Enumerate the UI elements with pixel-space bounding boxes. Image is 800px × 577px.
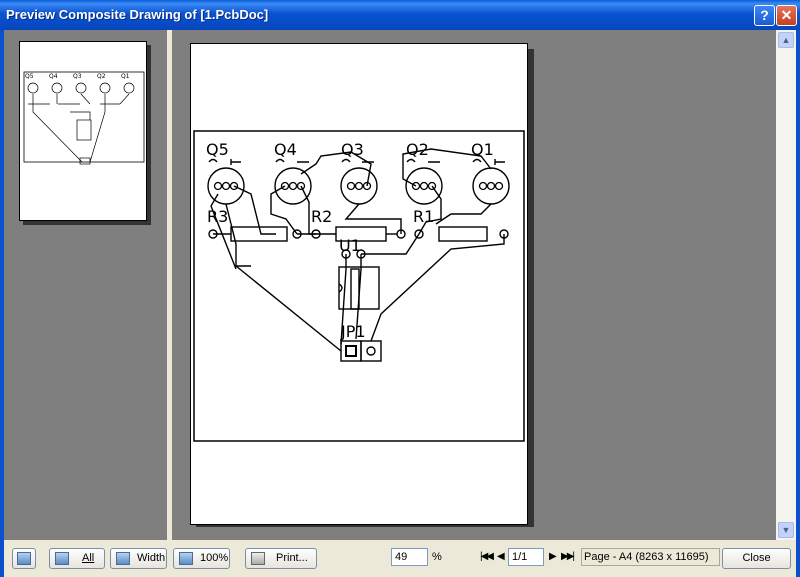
fit-width-icon (116, 552, 130, 565)
last-page-icon[interactable]: ▶▶| (561, 551, 575, 562)
first-page-icon[interactable]: |◀◀ (480, 551, 494, 562)
label-jp1: JP1 (340, 322, 366, 341)
label-q2: Q2 (406, 140, 429, 159)
label-r1: R1 (413, 207, 434, 226)
printer-icon (251, 552, 265, 565)
svg-text:Q4: Q4 (49, 73, 58, 80)
fit-all-label: All (82, 552, 95, 564)
prev-page-icon[interactable]: ◀ (497, 551, 505, 562)
thumbnail-pane[interactable]: Q5 Q4 Q3 Q2 Q1 (4, 30, 168, 540)
next-page-icon[interactable]: ▶ (549, 551, 557, 562)
fit-all-button[interactable]: All (49, 548, 105, 569)
vertical-scrollbar[interactable]: ▲ ▼ (776, 30, 796, 540)
help-button[interactable]: ? (754, 5, 775, 26)
window-title: Preview Composite Drawing of [1.PcbDoc] (6, 7, 269, 22)
actual-size-icon (179, 552, 193, 565)
label-q4: Q4 (274, 140, 297, 159)
label-u1: U1 (339, 236, 361, 255)
label-r2: R2 (311, 207, 332, 226)
print-label: Print... (276, 552, 308, 564)
thumbnail-page[interactable]: Q5 Q4 Q3 Q2 Q1 (19, 41, 147, 221)
label-q3: Q3 (341, 140, 364, 159)
zoom-unit: % (432, 551, 442, 563)
preview-page: Q5 Q4 Q3 Q2 Q1 R3 R2 R1 U1 JP1 (190, 43, 528, 525)
window-frame-right (796, 30, 800, 577)
fit-width-button[interactable]: Width (110, 548, 167, 569)
page-info: Page - A4 (8263 x 11695) (581, 548, 720, 566)
thumbnails-icon (17, 552, 31, 565)
svg-text:Q1: Q1 (121, 73, 130, 80)
fit-all-icon (55, 552, 69, 565)
fit-width-label: Width (137, 552, 166, 564)
scroll-up-arrow-icon[interactable]: ▲ (778, 32, 794, 48)
page-number-input[interactable]: 1/1 (508, 548, 544, 566)
actual-size-label: 100% (200, 552, 229, 564)
actual-size-button[interactable]: 100% (173, 548, 230, 569)
close-button-label: Close (742, 552, 771, 564)
zoom-input[interactable]: 49 (391, 548, 428, 566)
label-q5: Q5 (206, 140, 229, 159)
title-bar: Preview Composite Drawing of [1.PcbDoc] … (0, 0, 800, 30)
svg-text:Q3: Q3 (73, 73, 82, 80)
preview-pane[interactable]: Q5 Q4 Q3 Q2 Q1 R3 R2 R1 U1 JP1 (172, 30, 776, 540)
print-button[interactable]: Print... (245, 548, 317, 569)
label-r3: R3 (207, 207, 228, 226)
window-close-button[interactable]: ✕ (776, 5, 797, 26)
label-q1: Q1 (471, 140, 494, 159)
close-button[interactable]: Close (722, 548, 791, 569)
scroll-down-arrow-icon[interactable]: ▼ (778, 522, 794, 538)
svg-text:Q2: Q2 (97, 73, 106, 80)
svg-text:Q5: Q5 (25, 73, 34, 80)
thumbnails-toggle-button[interactable] (12, 548, 36, 569)
thumbnail-pcb-drawing: Q5 Q4 Q3 Q2 Q1 (23, 71, 145, 165)
pcb-drawing: Q5 Q4 Q3 Q2 Q1 R3 R2 R1 U1 JP1 (193, 130, 525, 442)
